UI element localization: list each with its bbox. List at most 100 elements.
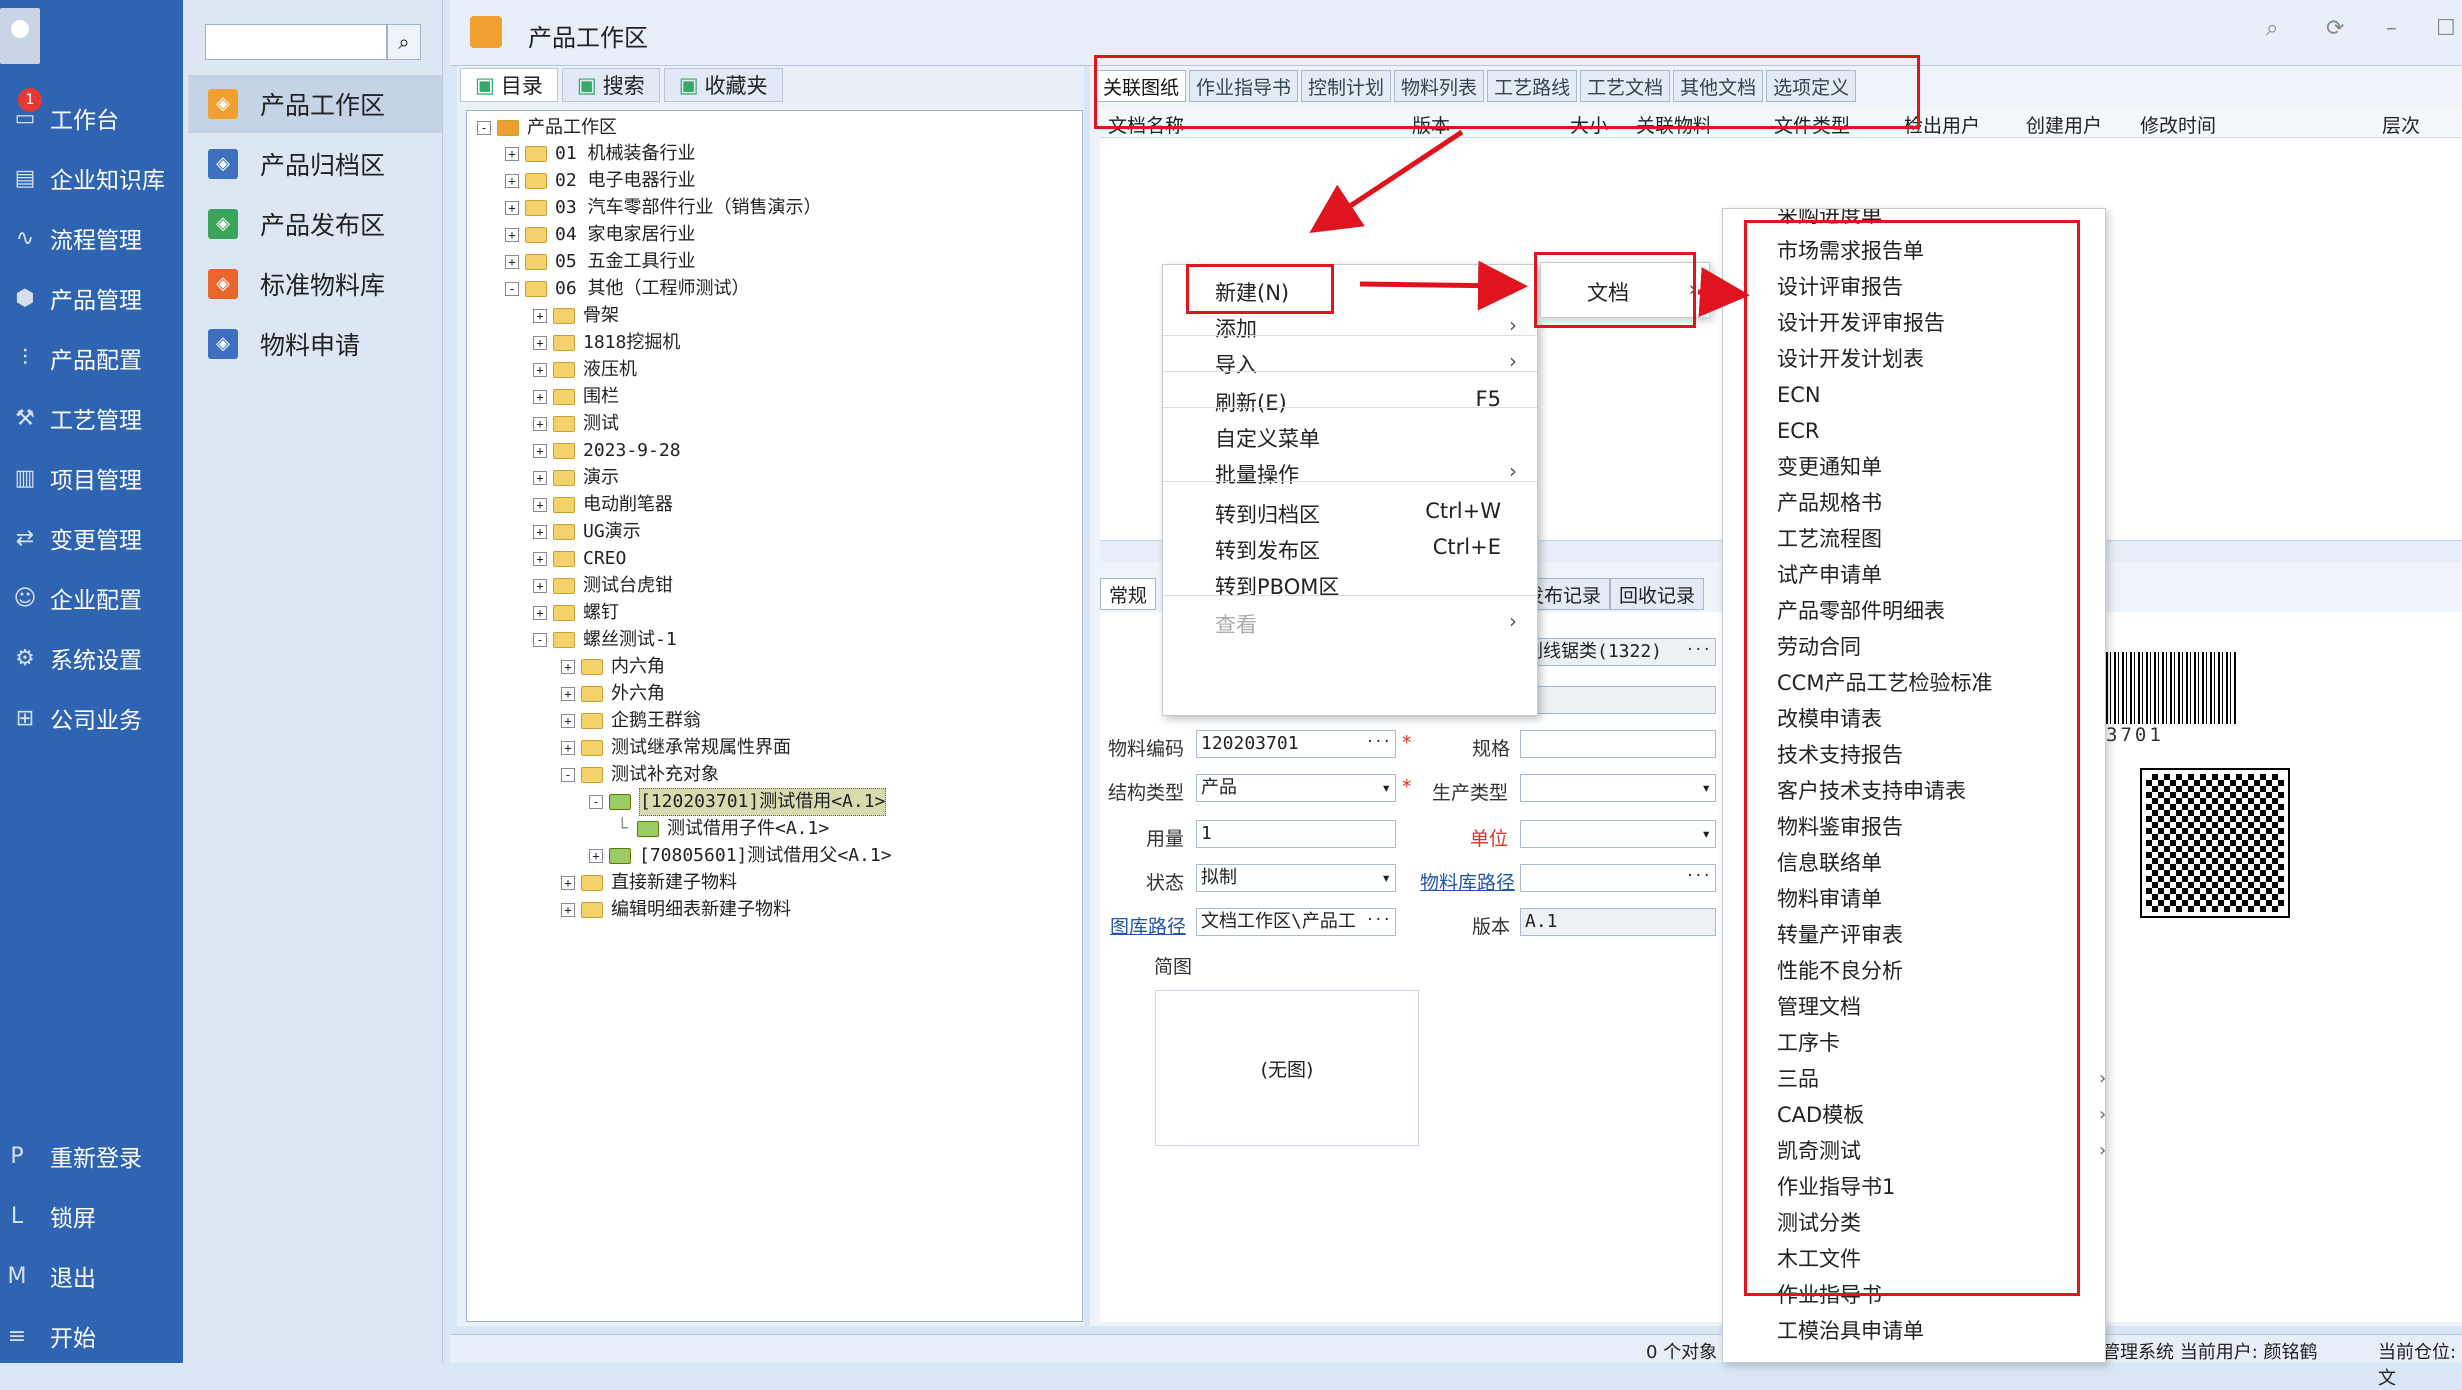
tree-node[interactable]: +1818挖掘机 [533, 330, 680, 356]
doc-type-item-8[interactable]: 产品规格书 [1777, 485, 1882, 521]
tree-node[interactable]: + 液压机 [533, 357, 637, 383]
lower-tab-0[interactable]: 常规 [1100, 578, 1157, 610]
tree-node[interactable]: +2023-9-28 [533, 438, 681, 464]
doc-column-header[interactable]: 修改时间 [2140, 111, 2216, 138]
tree-node[interactable]: + 测试台虎钳 [533, 573, 673, 599]
expand-icon[interactable]: + [505, 228, 519, 242]
expand-icon[interactable]: + [533, 417, 547, 431]
doc-type-item-30[interactable]: 作业指导书 [1777, 1277, 1882, 1313]
state-select[interactable]: 拟制 [1196, 864, 1396, 892]
nav-bottom-3[interactable]: ≡ 开始 [0, 1308, 183, 1364]
expand-icon[interactable]: + [561, 741, 575, 755]
doc-type-item-23[interactable]: 工序卡 [1777, 1025, 1840, 1061]
tree-node[interactable]: - [120203701]测试借用<A.1> [589, 788, 887, 816]
expand-icon[interactable]: + [533, 471, 547, 485]
nav-item-3[interactable]: ⬢ 产品管理 [0, 270, 183, 326]
expand-icon[interactable]: + [561, 687, 575, 701]
collapse-icon[interactable]: - [561, 768, 575, 782]
area-item-0[interactable]: ◈ 产品工作区 [188, 75, 442, 133]
maximize-icon[interactable]: ☐ [2436, 16, 2456, 41]
struct-type-select[interactable]: 产品 [1196, 774, 1396, 802]
doc-type-item-10[interactable]: 试产申请单 [1777, 557, 1882, 593]
doc-type-item-17[interactable]: 物料鉴审报告 [1777, 809, 1903, 845]
expand-icon[interactable]: + [533, 525, 547, 539]
doc-type-item-27[interactable]: 作业指导书1 [1777, 1169, 1895, 1205]
doc-type-item-31[interactable]: 工模治具申请单 [1777, 1313, 1924, 1349]
doc-tab-0[interactable]: 关联图纸 [1096, 70, 1187, 102]
doc-type-item-25[interactable]: CAD模板 › [1777, 1097, 2105, 1133]
doc-type-item-14[interactable]: 改模申请表 [1777, 701, 1882, 737]
search-icon[interactable]: ⌕ [387, 24, 421, 60]
context-menu-item-3[interactable]: 刷新(E) [1215, 387, 1287, 417]
collapse-icon[interactable]: - [589, 795, 603, 809]
tree-node[interactable]: + 直接新建子物料 [561, 870, 737, 896]
expand-icon[interactable]: + [533, 498, 547, 512]
tree-node[interactable]: + 企鹅王群翁 [561, 708, 701, 734]
context-menu-item-5[interactable]: 批量操作 [1215, 459, 1299, 489]
expand-icon[interactable]: + [533, 444, 547, 458]
expand-icon[interactable]: + [533, 579, 547, 593]
doc-type-item-29[interactable]: 木工文件 [1777, 1241, 1861, 1277]
doc-type-item-19[interactable]: 物料审请单 [1777, 881, 1882, 917]
doc-type-item-15[interactable]: 技术支持报告 [1777, 737, 1903, 773]
search-icon[interactable]: ⌕ [2266, 16, 2278, 41]
version-field[interactable]: A.1 [1520, 908, 1716, 936]
doc-type-item-21[interactable]: 性能不良分析 [1777, 953, 1903, 989]
context-menu-item-0[interactable]: 新建(N) [1215, 277, 1289, 307]
doc-tab-5[interactable]: 工艺文档 [1580, 70, 1671, 102]
doc-column-header[interactable]: 文件类型 [1774, 111, 1850, 138]
area-item-1[interactable]: ◈ 产品归档区 [188, 135, 442, 193]
expand-icon[interactable]: + [533, 390, 547, 404]
doc-tab-2[interactable]: 控制计划 [1301, 70, 1392, 102]
doc-column-header[interactable]: 文档名称 [1108, 111, 1184, 138]
tree-node[interactable]: └ 测试借用子件<A.1> [617, 816, 829, 842]
doc-type-item-13[interactable]: CCM产品工艺检验标准 [1777, 665, 1992, 701]
tree-tab-1[interactable]: ▣ 搜索 [561, 68, 660, 102]
doc-type-item-5[interactable]: ECN [1777, 377, 1821, 413]
doc-type-item-4[interactable]: 设计开发计划表 [1777, 341, 1924, 377]
context-menu-item-6[interactable]: 转到归档区 [1215, 499, 1320, 529]
tree-node[interactable]: + 电动削笔器 [533, 492, 673, 518]
tree-root[interactable]: - 产品工作区 [477, 115, 617, 141]
unit-select[interactable] [1520, 820, 1716, 848]
tree-node[interactable]: +04 家电家居行业 [505, 222, 696, 248]
refresh-icon[interactable]: ⟳ [2326, 16, 2344, 41]
collapse-icon[interactable]: - [505, 282, 519, 296]
expand-icon[interactable]: + [533, 363, 547, 377]
tree-tab-2[interactable]: ▣ 收藏夹 [663, 68, 783, 102]
doc-column-header[interactable]: 版本 [1412, 111, 1450, 138]
area-item-3[interactable]: ◈ 标准物料库 [188, 255, 442, 313]
context-menu-item-4[interactable]: 自定义菜单 [1215, 423, 1320, 453]
doc-type-item-22[interactable]: 管理文档 [1777, 989, 1861, 1025]
category-field[interactable]: 刨线锯类(1322) [1520, 638, 1716, 666]
tree-node[interactable]: - 螺丝测试-1 [533, 627, 677, 653]
tree-node[interactable]: + 内六角 [561, 654, 665, 680]
collapse-icon[interactable]: - [477, 121, 491, 135]
tree-node[interactable]: - 测试补充对象 [561, 762, 719, 788]
tree-node[interactable]: + CREO [533, 546, 626, 572]
lib-path-field[interactable] [1520, 864, 1716, 892]
nav-item-5[interactable]: ⚒ 工艺管理 [0, 390, 183, 446]
doc-type-item-28[interactable]: 测试分类 [1777, 1205, 1861, 1241]
doc-tab-3[interactable]: 物料列表 [1394, 70, 1485, 102]
area-search-input[interactable] [205, 24, 387, 60]
expand-icon[interactable]: + [505, 201, 519, 215]
context-menu-item-8[interactable]: 转到PBOM区 [1215, 571, 1339, 601]
doc-tab-1[interactable]: 作业指导书 [1189, 70, 1299, 102]
tree-node[interactable]: + 测试 [533, 411, 619, 437]
expand-icon[interactable]: + [561, 903, 575, 917]
nav-item-6[interactable]: ▥ 项目管理 [0, 450, 183, 506]
doc-type-item-6[interactable]: ECR [1777, 413, 1820, 449]
tree-node[interactable]: - 06 其他（工程师测试） [505, 276, 750, 302]
expand-icon[interactable]: + [589, 849, 603, 863]
drawing-path-link[interactable]: 图库路径 [1110, 912, 1186, 939]
nav-item-8[interactable]: ☺ 企业配置 [0, 570, 183, 626]
doc-tab-7[interactable]: 选项定义 [1766, 70, 1857, 102]
tree-node[interactable]: + 测试继承常规属性界面 [561, 735, 791, 761]
expand-icon[interactable]: + [561, 876, 575, 890]
tree-node[interactable]: + 外六角 [561, 681, 665, 707]
nav-item-4[interactable]: ⫶ 产品配置 [0, 330, 183, 386]
drawing-path-field[interactable]: 文档工作区\产品工 [1196, 908, 1396, 936]
nav-bottom-1[interactable]: L 锁屏 [0, 1188, 183, 1244]
doc-type-item-11[interactable]: 产品零部件明细表 [1777, 593, 1945, 629]
